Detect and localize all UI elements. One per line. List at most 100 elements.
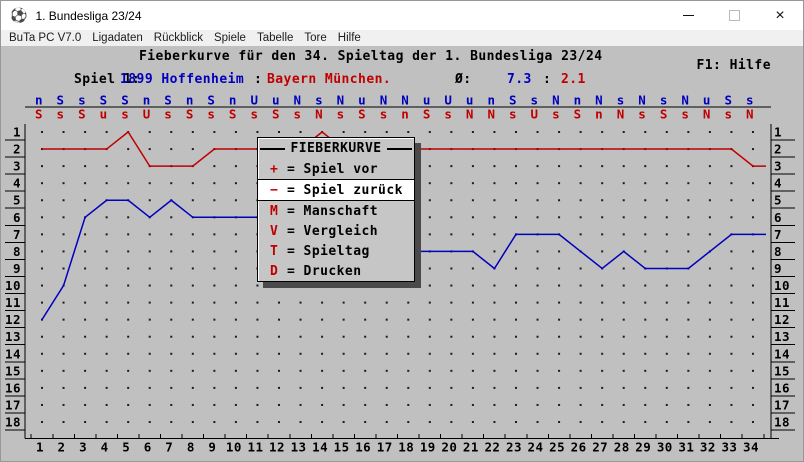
svg-text:15: 15 [5, 363, 21, 378]
svg-text:N: N [380, 93, 388, 108]
svg-text:s: s [250, 107, 258, 122]
fieberkurve-menu: FIEBERKURVE + = Spiel vor − = Spiel zurü… [257, 137, 415, 282]
svg-text:S: S [509, 93, 517, 108]
menu-item-rueckblick[interactable]: Rückblick [154, 32, 203, 44]
svg-text:S: S [100, 93, 108, 108]
close-icon: × [775, 8, 784, 24]
svg-text:19: 19 [420, 440, 436, 455]
svg-text:10: 10 [774, 278, 790, 293]
svg-text:15: 15 [334, 440, 350, 455]
menu-item-buta-pc[interactable]: BuTa PC V7.0 [9, 32, 81, 44]
svg-text:s: s [337, 107, 345, 122]
menubox-item-label: = Spiel zurück [287, 183, 403, 198]
svg-text:N: N [466, 107, 474, 122]
svg-text:N: N [401, 93, 409, 108]
svg-text:20: 20 [441, 440, 457, 455]
svg-text:U: U [531, 107, 539, 122]
menubox-item-spieltag[interactable]: T = Spieltag [258, 241, 414, 261]
minimize-icon [683, 15, 694, 16]
svg-text:S: S [423, 107, 431, 122]
svg-text:n: n [574, 93, 582, 108]
svg-text:30: 30 [657, 440, 673, 455]
svg-text:25: 25 [549, 440, 565, 455]
menubox-item-key: T [270, 244, 287, 259]
menu-dash-right [387, 148, 412, 150]
svg-text:4: 4 [13, 176, 21, 191]
app-window: ⚽ 1. Bundesliga 23/24 × BuTa PC V7.0 Lig… [0, 0, 804, 462]
svg-text:21: 21 [463, 440, 479, 455]
svg-text:N: N [638, 93, 646, 108]
svg-text:2: 2 [58, 440, 66, 455]
svg-text:34: 34 [743, 440, 759, 455]
menu-item-ligadaten[interactable]: Ligadaten [92, 32, 143, 44]
svg-text:S: S [574, 107, 582, 122]
menubox-item-manschaft[interactable]: M = Manschaft [258, 201, 414, 221]
svg-text:S: S [724, 93, 732, 108]
svg-text:26: 26 [571, 440, 587, 455]
svg-text:S: S [164, 93, 172, 108]
menubox-item-label: = Spiel vor [287, 162, 378, 177]
svg-text:18: 18 [5, 415, 21, 430]
svg-text:2: 2 [774, 142, 782, 157]
title-bar: ⚽ 1. Bundesliga 23/24 × [1, 1, 803, 30]
menubox-item-label: = Manschaft [287, 204, 378, 219]
menubox-item-spiel-vor[interactable]: + = Spiel vor [258, 159, 414, 180]
svg-text:18: 18 [398, 440, 414, 455]
menu-box-title: FIEBERKURVE [290, 141, 381, 156]
svg-text:u: u [466, 93, 474, 108]
svg-text:17: 17 [774, 397, 790, 412]
svg-text:9: 9 [208, 440, 216, 455]
svg-text:U: U [444, 93, 452, 108]
svg-text:n: n [229, 93, 237, 108]
svg-text:22: 22 [484, 440, 500, 455]
svg-text:S: S [186, 107, 194, 122]
svg-text:n: n [186, 93, 194, 108]
menu-item-hilfe[interactable]: Hilfe [338, 32, 361, 44]
menubox-item-label: = Vergleich [287, 224, 378, 239]
svg-text:11: 11 [247, 440, 263, 455]
svg-text:6: 6 [774, 210, 782, 225]
svg-text:3: 3 [774, 159, 782, 174]
svg-text:s: s [78, 93, 86, 108]
svg-text:31: 31 [678, 440, 694, 455]
svg-text:u: u [423, 93, 431, 108]
svg-text:u: u [272, 93, 280, 108]
svg-text:N: N [681, 93, 689, 108]
svg-text:6: 6 [144, 440, 152, 455]
svg-text:s: s [380, 107, 388, 122]
svg-text:28: 28 [614, 440, 630, 455]
svg-text:7: 7 [165, 440, 173, 455]
svg-text:s: s [617, 93, 625, 108]
svg-text:5: 5 [122, 440, 130, 455]
svg-text:s: s [509, 107, 517, 122]
svg-text:33: 33 [721, 440, 737, 455]
svg-text:s: s [121, 107, 129, 122]
menu-item-tore[interactable]: Tore [304, 32, 326, 44]
menubox-item-key: M [270, 204, 287, 219]
menubox-item-drucken[interactable]: D = Drucken [258, 261, 414, 281]
svg-text:s: s [660, 93, 668, 108]
fieberkurve-menu-header: FIEBERKURVE [258, 138, 414, 159]
svg-text:s: s [531, 93, 539, 108]
minimize-button[interactable] [665, 1, 711, 30]
svg-text:16: 16 [355, 440, 371, 455]
menubox-item-spiel-zurueck[interactable]: − = Spiel zurück [258, 180, 414, 201]
svg-text:10: 10 [5, 278, 21, 293]
menubox-item-key: V [270, 224, 287, 239]
svg-text:N: N [595, 93, 603, 108]
svg-text:n: n [595, 107, 603, 122]
svg-text:5: 5 [13, 193, 21, 208]
svg-text:n: n [143, 93, 151, 108]
menu-item-spiele[interactable]: Spiele [214, 32, 246, 44]
svg-text:s: s [638, 107, 646, 122]
close-button[interactable]: × [757, 1, 803, 30]
svg-text:N: N [487, 107, 495, 122]
svg-text:N: N [315, 107, 323, 122]
svg-text:N: N [337, 93, 345, 108]
svg-text:6: 6 [13, 210, 21, 225]
menu-item-tabelle[interactable]: Tabelle [257, 32, 293, 44]
result-letters-away: SsSusUsSsSsSsNsSsnSsNNsUsSnNsSsNsN [35, 107, 754, 122]
svg-text:8: 8 [774, 244, 782, 259]
menubox-item-vergleich[interactable]: V = Vergleich [258, 221, 414, 241]
svg-text:14: 14 [774, 346, 790, 361]
